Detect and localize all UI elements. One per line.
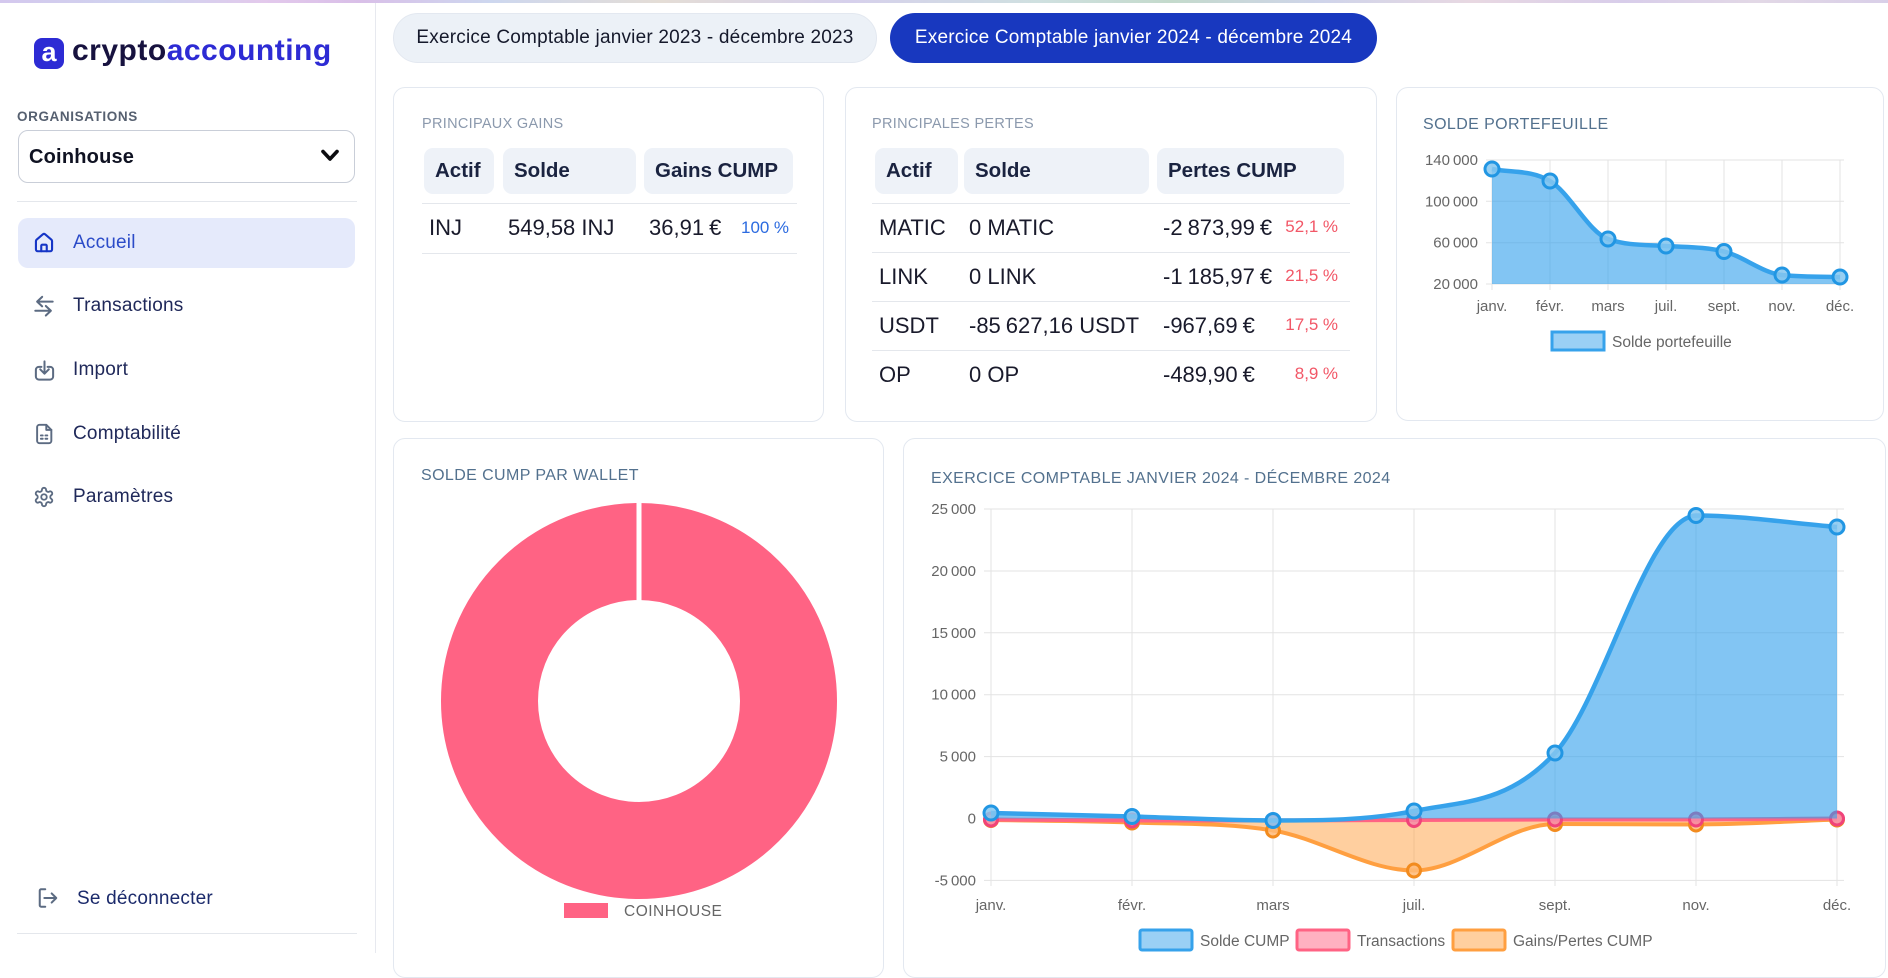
- svg-text:COINHOUSE: COINHOUSE: [624, 903, 722, 920]
- svg-text:5 000: 5 000: [940, 749, 976, 766]
- svg-text:févr.: févr.: [1536, 298, 1564, 315]
- svg-text:sept.: sept.: [1708, 298, 1741, 315]
- svg-text:janv.: janv.: [1476, 298, 1508, 315]
- svg-text:20 000: 20 000: [931, 563, 976, 580]
- svg-text:10 000: 10 000: [931, 687, 976, 704]
- svg-text:mars: mars: [1591, 298, 1624, 315]
- svg-text:60 000: 60 000: [1433, 235, 1478, 252]
- svg-text:nov.: nov.: [1682, 897, 1709, 914]
- svg-text:mars: mars: [1256, 897, 1289, 914]
- svg-text:Transactions: Transactions: [1357, 933, 1445, 950]
- svg-text:déc.: déc.: [1823, 897, 1851, 914]
- svg-text:100 000: 100 000: [1425, 193, 1478, 210]
- svg-text:juil.: juil.: [1654, 298, 1678, 315]
- svg-text:déc.: déc.: [1826, 298, 1854, 315]
- svg-text:140 000: 140 000: [1425, 152, 1478, 169]
- svg-text:nov.: nov.: [1768, 298, 1795, 315]
- svg-text:sept.: sept.: [1539, 897, 1572, 914]
- svg-text:15 000: 15 000: [931, 625, 976, 642]
- svg-text:-5 000: -5 000: [935, 872, 976, 889]
- svg-text:Gains/Pertes CUMP: Gains/Pertes CUMP: [1513, 933, 1653, 950]
- svg-text:20 000: 20 000: [1433, 276, 1478, 293]
- svg-text:0: 0: [968, 811, 976, 828]
- svg-text:janv.: janv.: [975, 897, 1007, 914]
- svg-text:25 000: 25 000: [931, 501, 976, 518]
- svg-text:Solde portefeuille: Solde portefeuille: [1612, 334, 1732, 351]
- svg-text:juil.: juil.: [1402, 897, 1426, 914]
- svg-text:Solde CUMP: Solde CUMP: [1200, 933, 1290, 950]
- svg-text:févr.: févr.: [1118, 897, 1146, 914]
